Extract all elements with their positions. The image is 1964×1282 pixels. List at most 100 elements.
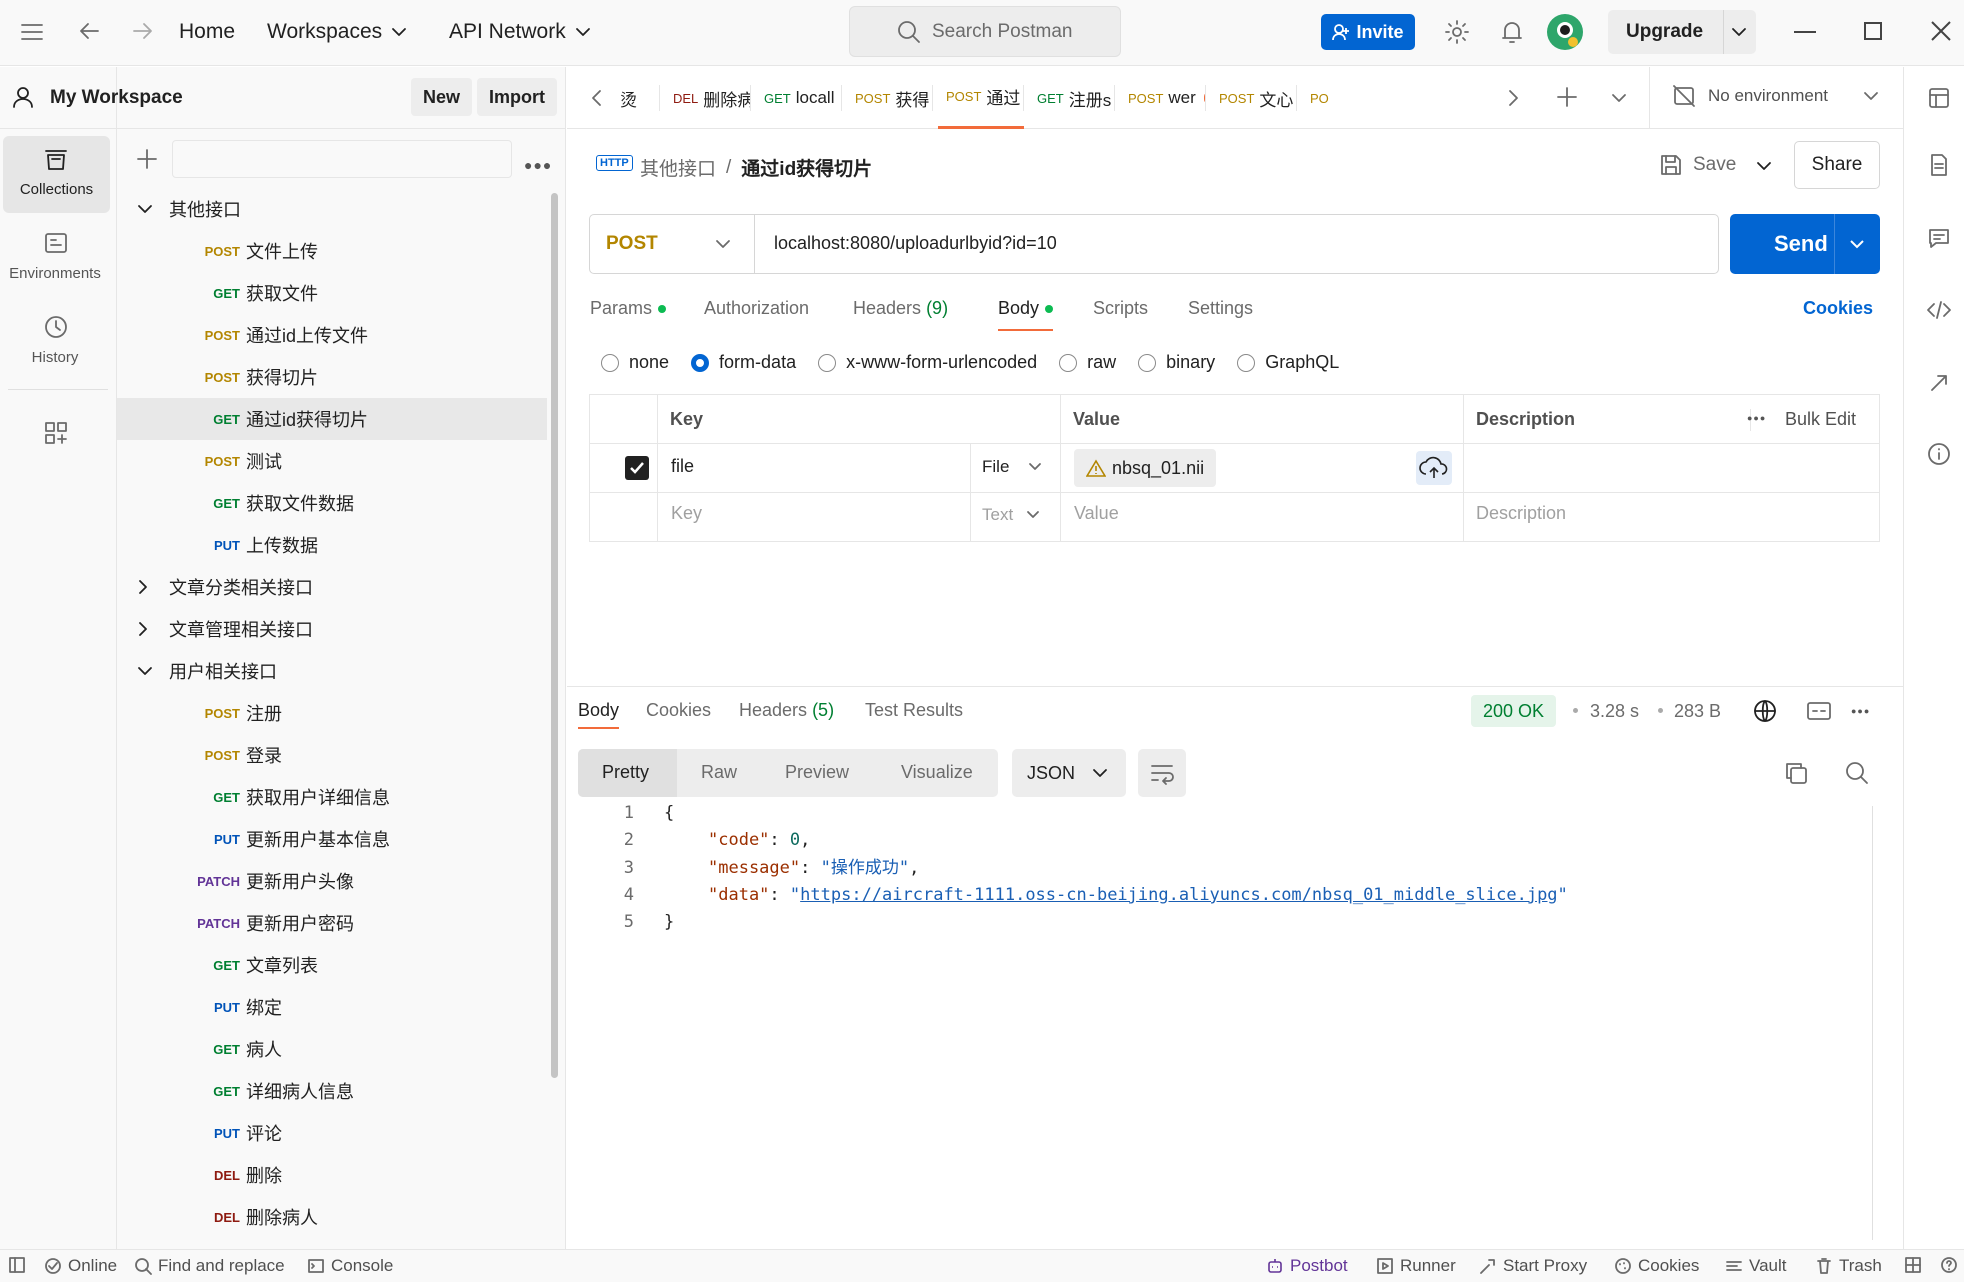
response-tab-body[interactable]: Body	[578, 700, 620, 729]
invite-button[interactable]: Invite	[1321, 14, 1415, 50]
request-item[interactable]: DEL 删除	[117, 1154, 547, 1196]
search-response-icon[interactable]	[1844, 760, 1870, 786]
sidebar-search-input[interactable]	[172, 140, 512, 178]
code-scrollbar-track[interactable]	[1872, 806, 1873, 1240]
maximize-window-icon[interactable]	[1864, 22, 1882, 40]
rail-history-label[interactable]: History	[0, 349, 110, 366]
request-item[interactable]: GET 获取用户详细信息	[117, 776, 547, 818]
environment-selector[interactable]: No environment	[1672, 84, 1880, 108]
request-item[interactable]: GET 获取文件	[117, 272, 547, 314]
avatar[interactable]	[1547, 14, 1583, 50]
online-status[interactable]: Online	[44, 1256, 117, 1276]
minimize-window-icon[interactable]	[1794, 31, 1816, 33]
radio-button[interactable]	[1059, 353, 1078, 372]
start-proxy[interactable]: Start Proxy	[1479, 1256, 1587, 1276]
request-tab[interactable]: POST 文心	[1211, 67, 1297, 129]
bulk-edit-button[interactable]: Bulk Edit	[1785, 409, 1856, 430]
table-more-icon[interactable]: ●●●	[1747, 413, 1766, 423]
response-more-icon[interactable]: ●●●	[1851, 706, 1870, 716]
history-icon[interactable]	[43, 314, 69, 340]
request-item[interactable]: PUT 绑定	[117, 986, 547, 1028]
json-url-link[interactable]: https://aircraft-1111.oss-cn-beijing.ali…	[800, 885, 1557, 905]
save-options-chevron-icon[interactable]	[1755, 159, 1773, 173]
tab-scripts[interactable]: Scripts	[1093, 298, 1148, 319]
view-raw[interactable]: Raw	[701, 762, 737, 783]
code-snippet-icon[interactable]	[1926, 298, 1952, 322]
radio-button[interactable]	[601, 353, 619, 372]
row-key-cell[interactable]: file	[671, 456, 694, 477]
import-button[interactable]: Import	[477, 78, 557, 116]
request-item[interactable]: PATCH 更新用户密码	[117, 902, 547, 944]
postbot[interactable]: Postbot	[1266, 1256, 1348, 1276]
request-item[interactable]: GET 文章列表	[117, 944, 547, 986]
request-item[interactable]: PUT 更新用户基本信息	[117, 818, 547, 860]
request-item[interactable]: GET 详细病人信息	[117, 1070, 547, 1112]
request-tab[interactable]: GET 注册s	[1029, 67, 1115, 129]
response-tab-cookies[interactable]: Cookies	[646, 700, 711, 721]
chevron-down-icon[interactable]	[137, 665, 161, 677]
response-size[interactable]: 283 B	[1674, 701, 1721, 722]
request-tab[interactable]: PO	[1302, 67, 1342, 129]
breadcrumb-current[interactable]: 通过id获得切片	[741, 154, 872, 181]
new-button[interactable]: New	[411, 78, 473, 116]
tab-body[interactable]: Body	[998, 298, 1054, 331]
save-button[interactable]: Save	[1659, 153, 1736, 177]
response-tab-headers[interactable]: Headers (5)	[739, 700, 834, 721]
request-item[interactable]: PATCH 更新用户头像	[117, 860, 547, 902]
back-arrow-icon[interactable]	[78, 20, 100, 42]
empty-type-select[interactable]: Text	[982, 505, 1041, 525]
comments-icon[interactable]	[1927, 226, 1951, 250]
radio-button[interactable]	[818, 353, 837, 372]
more-options-icon[interactable]: ●●●	[524, 157, 552, 173]
forward-arrow-icon[interactable]	[132, 20, 154, 42]
request-item[interactable]: POST 测试	[117, 440, 547, 482]
search-input[interactable]: Search Postman	[849, 6, 1121, 57]
request-item[interactable]: POST 通过id上传文件	[117, 314, 547, 356]
folder-item[interactable]: 用户相关接口	[117, 650, 547, 692]
new-tab-plus-icon[interactable]	[1556, 86, 1578, 108]
row-type-select[interactable]: File	[982, 457, 1043, 477]
notifications-bell-icon[interactable]	[1500, 19, 1524, 45]
network-globe-icon[interactable]	[1753, 699, 1777, 723]
request-tab[interactable]: POST wer	[1120, 67, 1206, 129]
folder-item[interactable]: 文章管理相关接口	[117, 608, 547, 650]
send-button[interactable]: Send	[1730, 214, 1880, 274]
response-tab-test-results[interactable]: Test Results	[865, 700, 963, 721]
request-tab[interactable]: POST 获得	[847, 67, 933, 129]
environment-quicklook-icon[interactable]	[1927, 86, 1951, 110]
response-code-viewer[interactable]: 1{2 "code": 0, 3 "message": "操作成功", 4 "data":…	[578, 800, 1568, 936]
status-badge[interactable]: 200 OK	[1471, 695, 1557, 727]
upload-cloud-icon[interactable]	[1416, 451, 1452, 485]
row-enabled-checkbox[interactable]	[625, 456, 649, 480]
request-item[interactable]: GET 获取文件数据	[117, 482, 547, 524]
request-item[interactable]: POST 文件上传	[117, 230, 547, 272]
response-time[interactable]: 3.28 s	[1590, 701, 1639, 722]
wrap-lines-icon[interactable]	[1138, 749, 1186, 797]
tab-authorization[interactable]: Authorization	[704, 298, 809, 319]
nav-api-network[interactable]: API Network	[449, 20, 592, 44]
nav-home[interactable]: Home	[179, 20, 235, 44]
runner[interactable]: Runner	[1376, 1256, 1456, 1276]
trash[interactable]: Trash	[1815, 1256, 1882, 1276]
toggle-sidebar-icon[interactable]	[8, 1256, 26, 1274]
method-select[interactable]: POST	[590, 215, 755, 273]
share-button[interactable]: Share	[1794, 141, 1880, 189]
help-icon[interactable]	[1940, 1256, 1958, 1274]
body-mode-x-www-form-urlencoded[interactable]: x-www-form-urlencoded	[818, 352, 1037, 373]
chevron-right-icon[interactable]	[137, 579, 161, 595]
related-collections-icon[interactable]	[1928, 370, 1950, 394]
layout-toggle-icon[interactable]	[1904, 1256, 1922, 1274]
request-item[interactable]: DEL 删除病人	[117, 1196, 547, 1238]
chevron-down-icon[interactable]	[137, 203, 161, 215]
breadcrumb-parent[interactable]: 其他接口	[640, 154, 716, 181]
request-item[interactable]: PUT 上传数据	[117, 524, 547, 566]
documentation-icon[interactable]	[1927, 153, 1951, 177]
file-chip[interactable]: nbsq_01.nii	[1074, 449, 1217, 487]
request-tab[interactable]: DEL 删除病	[665, 67, 751, 129]
vault[interactable]: Vault	[1725, 1256, 1787, 1276]
tab-params[interactable]: Params	[590, 298, 667, 319]
request-item[interactable]: POST 注册	[117, 692, 547, 734]
close-window-icon[interactable]	[1930, 20, 1952, 42]
tabs-scroll-right-icon[interactable]	[1505, 88, 1521, 108]
radio-button[interactable]	[1138, 353, 1157, 372]
